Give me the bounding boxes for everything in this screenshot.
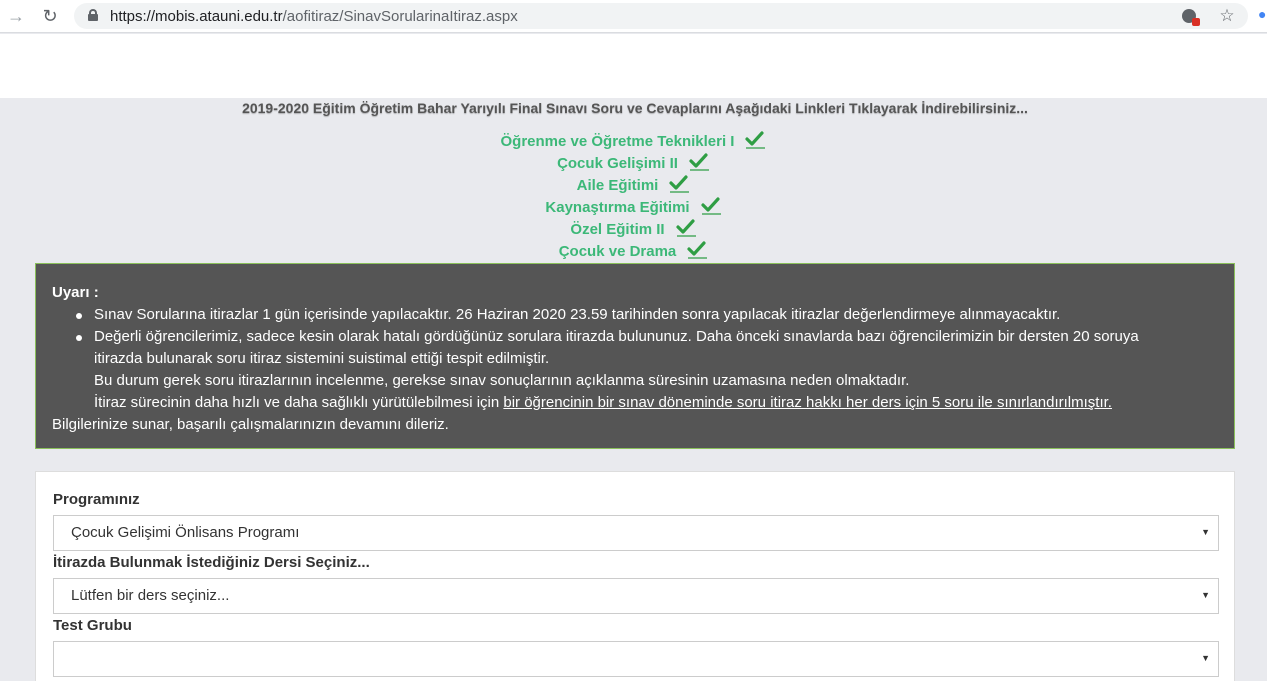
blocked-content-icon[interactable] [1178,5,1200,27]
program-dropdown-icon: ▼ [1201,527,1210,537]
download-link[interactable]: Öğrenme ve Öğretme Teknikleri I [501,133,735,150]
url-text[interactable]: https://mobis.atauni.edu.tr/aofitiraz/Si… [110,8,518,25]
warning-box: Uyarı : Sınav Sorularına itirazlar 1 gün… [35,263,1235,449]
page-title: 2019-2020 Eğitim Öğretim Bahar Yarıyılı … [242,100,1028,116]
bookmark-star-icon[interactable]: ☆ [1216,5,1238,27]
course-label: İtirazda Bulunmak İstediğiniz Dersi Seçi… [53,554,370,571]
warning-item-2-line-4: İtiraz sürecinin daha hızlı ve daha sağl… [94,392,1218,414]
objection-form: Programınız Çocuk Gelişimi Önlisans Prog… [35,471,1235,681]
checkmark-icon[interactable] [675,219,697,237]
forward-arrow-icon[interactable]: → [4,4,28,28]
download-link[interactable]: Özel Eğitim II [570,221,664,238]
program-select[interactable]: Çocuk Gelişimi Önlisans Programı ▼ [53,515,1219,551]
warning-item-2-line-1: Değerli öğrencilerimiz, sadece kesin ola… [94,328,1139,345]
program-select-value: Çocuk Gelişimi Önlisans Programı [71,524,300,541]
warning-item-2-line-3: Bu durum gerek soru itirazlarının incele… [94,372,910,389]
download-link-row: Öğrenme ve Öğretme Teknikleri I [0,131,1267,153]
download-link[interactable]: Kaynaştırma Eğitimi [545,199,689,216]
reload-icon[interactable]: ↻ [38,4,62,28]
program-label: Programınız [53,491,140,508]
download-link-row: Çocuk ve Drama [0,241,1267,263]
checkmark-icon[interactable] [668,175,690,193]
url-host: https://mobis.atauni.edu.tr [110,8,283,25]
browser-toolbar: → ↻ https://mobis.atauni.edu.tr/aofitira… [0,0,1267,33]
course-dropdown-icon: ▼ [1201,590,1210,600]
url-path: /aofitiraz/SinavSorularinaItiraz.aspx [282,8,518,25]
download-link-row: Çocuk Gelişimi II [0,153,1267,175]
download-link[interactable]: Çocuk Gelişimi II [557,155,678,172]
course-select-value: Lütfen bir ders seçiniz... [71,587,230,604]
course-select[interactable]: Lütfen bir ders seçiniz... ▼ [53,578,1219,614]
test-group-label: Test Grubu [53,617,132,634]
header-band [0,34,1267,98]
extension-icon[interactable]: ● [1258,6,1267,26]
download-link-row: Aile Eğitimi [0,175,1267,197]
warning-item-2: Değerli öğrencilerimiz, sadece kesin ola… [76,326,1218,414]
warning-list: Sınav Sorularına itirazlar 1 gün içerisi… [52,304,1218,414]
warning-title: Uyarı : [52,284,99,301]
download-link-row: Kaynaştırma Eğitimi [0,197,1267,219]
warning-limit-prefix: İtiraz sürecinin daha hızlı ve daha sağl… [94,394,504,411]
checkmark-icon[interactable] [744,131,766,149]
warning-limit-text: bir öğrencinin bir sınav döneminde soru … [503,394,1112,411]
warning-item-2-line-2: itirazda bulunarak soru itiraz sistemini… [94,350,550,367]
lock-icon[interactable] [88,9,98,21]
address-bar[interactable]: https://mobis.atauni.edu.tr/aofitiraz/Si… [74,3,1248,29]
test-group-select[interactable]: ▼ [53,641,1219,677]
warning-closing: Bilgilerinize sunar, başarılı çalışmalar… [52,416,449,433]
checkmark-icon[interactable] [686,241,708,259]
test-group-dropdown-icon: ▼ [1201,653,1210,663]
checkmark-icon[interactable] [700,197,722,215]
download-link[interactable]: Aile Eğitimi [577,177,659,194]
download-links: Öğrenme ve Öğretme Teknikleri I Çocuk Gel… [0,131,1267,263]
checkmark-icon[interactable] [688,153,710,171]
warning-item-1: Sınav Sorularına itirazlar 1 gün içerisi… [76,304,1218,326]
download-link[interactable]: Çocuk ve Drama [559,243,677,260]
download-link-row: Özel Eğitim II [0,219,1267,241]
